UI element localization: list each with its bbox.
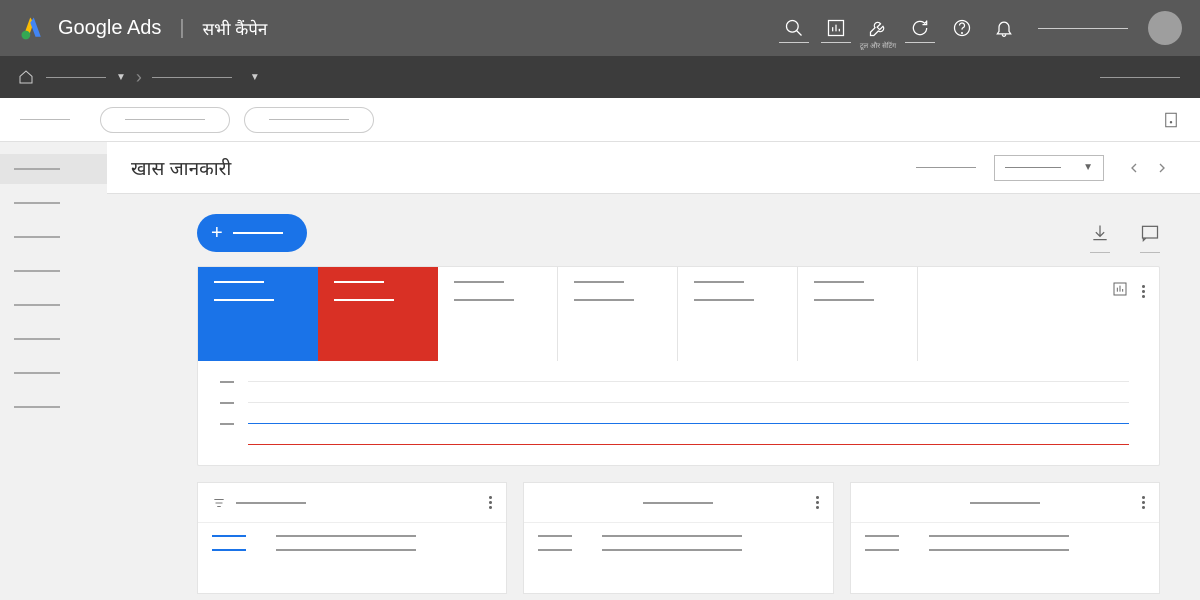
new-campaign-button[interactable]: + [197,214,307,252]
card-title [236,502,306,504]
home-icon[interactable] [18,69,34,85]
metric-cell[interactable] [558,267,678,361]
plus-icon: + [211,222,223,245]
separator: | [179,17,184,40]
account-label[interactable] [1038,28,1128,29]
notifications-icon[interactable] [994,18,1014,38]
breadcrumb-right[interactable] [1100,77,1180,78]
page-title: खास जानकारी [131,155,231,181]
date-range-dropdown[interactable]: ▼ [994,155,1104,181]
summary-card [850,482,1160,594]
next-icon[interactable] [1154,160,1170,176]
chart-area [198,361,1159,465]
sidebar-item[interactable] [0,188,107,218]
google-ads-logo [18,14,46,42]
sidebar-item[interactable] [0,290,107,320]
more-icon[interactable] [816,496,819,509]
sidebar-item[interactable] [0,392,107,422]
sort-icon[interactable] [212,496,226,510]
tabs-bar [0,98,1200,142]
date-label [916,167,976,168]
prev-icon[interactable] [1126,160,1142,176]
metric-cell[interactable] [438,267,558,361]
breadcrumb-item-1[interactable]: ▼ [46,72,126,83]
more-icon[interactable] [1142,285,1145,298]
card-title [643,502,713,504]
more-icon[interactable] [1142,496,1145,509]
title-bar: खास जानकारी ▼ [107,142,1200,194]
breadcrumb-item-2[interactable]: ▼ [152,72,260,83]
breadcrumb-bar: ▼ › ▼ [0,56,1200,98]
metric-cell[interactable] [678,267,798,361]
card-title [970,502,1040,504]
sidebar-item[interactable] [0,256,107,286]
tools-label: टूल और सेटिंग [860,42,896,51]
chevron-right-icon: › [136,67,142,88]
tools-icon[interactable]: टूल और सेटिंग [868,18,888,38]
sidebar [0,142,107,600]
brand-text: Google Ads [58,17,161,40]
main-header: Google Ads | सभी कैंपेन टूल और सेटिंग [0,0,1200,56]
sidebar-item[interactable] [0,324,107,354]
tab-item[interactable] [20,119,70,120]
filter-pill-2[interactable] [244,107,374,133]
summary-card [197,482,507,594]
download-icon[interactable] [1090,223,1110,243]
sidebar-item[interactable] [0,222,107,252]
filter-pill-1[interactable] [100,107,230,133]
refresh-icon[interactable] [910,18,930,38]
feedback-icon[interactable] [1140,223,1160,243]
metrics-card [197,266,1160,466]
metric-cell[interactable] [318,267,438,361]
search-icon[interactable] [784,18,804,38]
more-icon[interactable] [489,496,492,509]
document-icon[interactable] [1162,111,1180,129]
page-subtitle: सभी कैंपेन [203,17,268,40]
metric-cell[interactable] [198,267,318,361]
sidebar-item[interactable] [0,154,107,184]
summary-card [523,482,833,594]
sidebar-item[interactable] [0,358,107,388]
reports-icon[interactable] [826,18,846,38]
metric-cell[interactable] [798,267,918,361]
help-icon[interactable] [952,18,972,38]
header-icons: टूल और सेटिंग [784,18,1014,38]
avatar[interactable] [1148,11,1182,45]
expand-chart-icon[interactable] [1112,281,1128,302]
